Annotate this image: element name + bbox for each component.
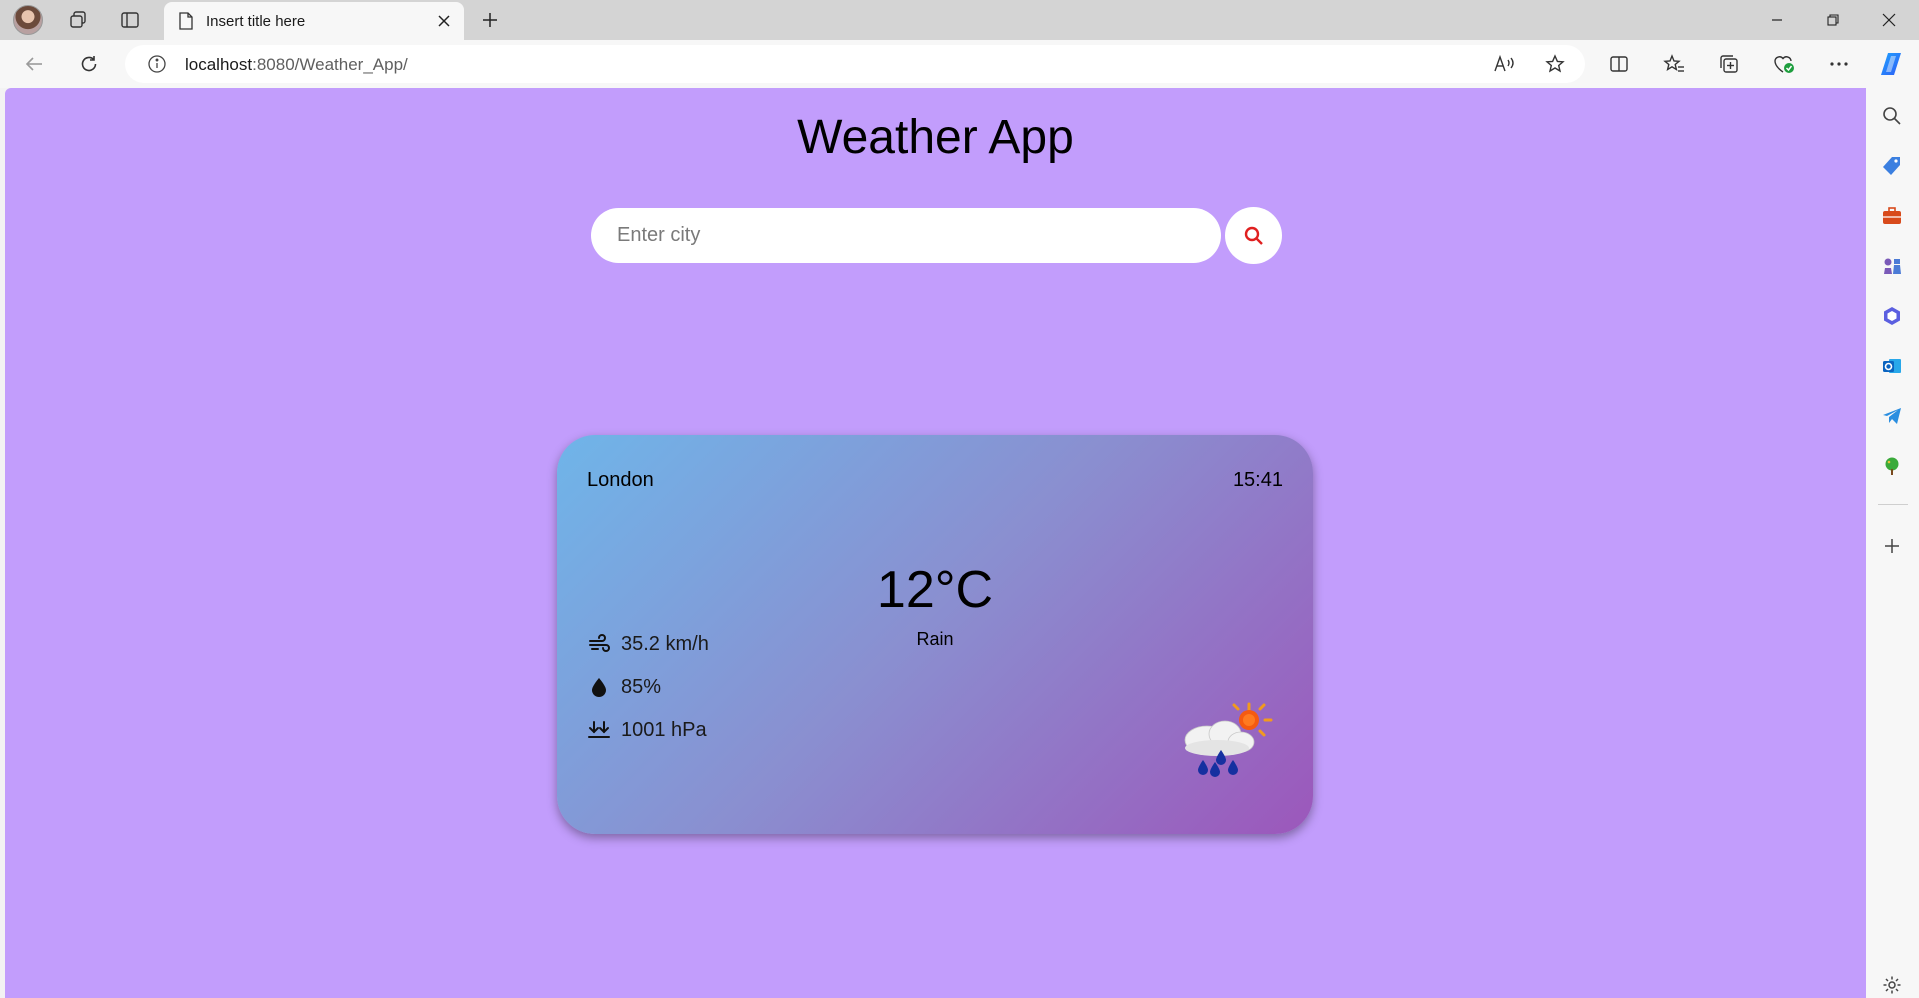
page-content: Weather App London 15:41 12°C Rain 35.2 … — [5, 88, 1866, 998]
humidity-stat: 85% — [587, 675, 661, 699]
wind-icon — [587, 632, 611, 656]
url-text[interactable]: localhost:8080/Weather_App/ — [185, 55, 408, 75]
tree-icon[interactable] — [1879, 453, 1905, 479]
vertical-tabs-icon[interactable] — [114, 6, 146, 34]
wind-speed: 35.2 km/h — [621, 632, 709, 655]
address-bar[interactable]: localhost:8080/Weather_App/ — [125, 45, 1585, 83]
outlook-icon[interactable] — [1879, 353, 1905, 379]
profile-avatar[interactable] — [13, 5, 43, 35]
browser-sidebar — [1866, 88, 1919, 998]
minimize-icon[interactable] — [1749, 0, 1805, 40]
wind-stat: 35.2 km/h — [587, 632, 709, 656]
close-tab-icon[interactable] — [434, 11, 454, 31]
humidity-value: 85% — [621, 675, 662, 698]
add-sidebar-app-icon[interactable] — [1879, 533, 1905, 559]
sidebar-settings-gear-icon[interactable] — [1879, 972, 1905, 998]
city-search-input[interactable] — [591, 208, 1221, 263]
read-aloud-icon[interactable] — [1492, 52, 1516, 76]
active-tab[interactable]: Insert title here — [164, 2, 464, 40]
rain-sun-cloud-icon — [1184, 702, 1273, 777]
page-icon — [179, 12, 193, 30]
favorite-star-icon[interactable] — [1543, 52, 1567, 76]
water-drop-icon — [587, 675, 611, 699]
favorites-icon[interactable] — [1658, 48, 1690, 80]
games-chess-icon[interactable] — [1879, 253, 1905, 279]
more-options-icon[interactable] — [1823, 48, 1855, 80]
collections-icon[interactable] — [1713, 48, 1745, 80]
new-tab-icon[interactable] — [474, 6, 506, 34]
city-name: London — [587, 469, 654, 491]
site-info-icon[interactable] — [147, 54, 167, 74]
pressure-value: 1001 hPa — [621, 718, 707, 741]
telegram-send-icon[interactable] — [1879, 403, 1905, 429]
page-title: Weather App — [797, 111, 1074, 164]
url-path: :8080/Weather_App/ — [252, 55, 408, 74]
split-screen-icon[interactable] — [1603, 48, 1635, 80]
close-window-icon[interactable] — [1861, 0, 1917, 40]
refresh-icon[interactable] — [73, 48, 105, 80]
search-icon[interactable] — [1879, 103, 1905, 129]
weather-card: London 15:41 12°C Rain 35.2 km/h 85% 100… — [557, 435, 1313, 834]
pressure-stat: 1001 hPa — [587, 718, 707, 742]
restore-icon[interactable] — [1805, 0, 1861, 40]
search-button[interactable] — [1225, 207, 1282, 264]
copilot-icon[interactable] — [1877, 48, 1909, 80]
local-time: 15:41 — [1232, 469, 1283, 491]
search-icon — [1244, 226, 1263, 245]
back-icon[interactable] — [18, 48, 50, 80]
browser-tab-bar: Insert title here — [0, 0, 1919, 40]
browser-toolbar: localhost:8080/Weather_App/ — [0, 40, 1919, 88]
temperature: 12°C — [876, 561, 994, 619]
url-host: localhost — [185, 55, 253, 74]
browser-essentials-icon[interactable] — [1768, 48, 1800, 80]
pressure-arrows-down-icon — [587, 718, 611, 742]
tools-briefcase-icon[interactable] — [1879, 203, 1905, 229]
shopping-tag-icon[interactable] — [1879, 153, 1905, 179]
sidebar-divider — [1878, 504, 1908, 505]
microsoft-365-icon[interactable] — [1879, 303, 1905, 329]
workspaces-icon[interactable] — [62, 6, 94, 34]
tab-title: Insert title here — [206, 12, 306, 30]
